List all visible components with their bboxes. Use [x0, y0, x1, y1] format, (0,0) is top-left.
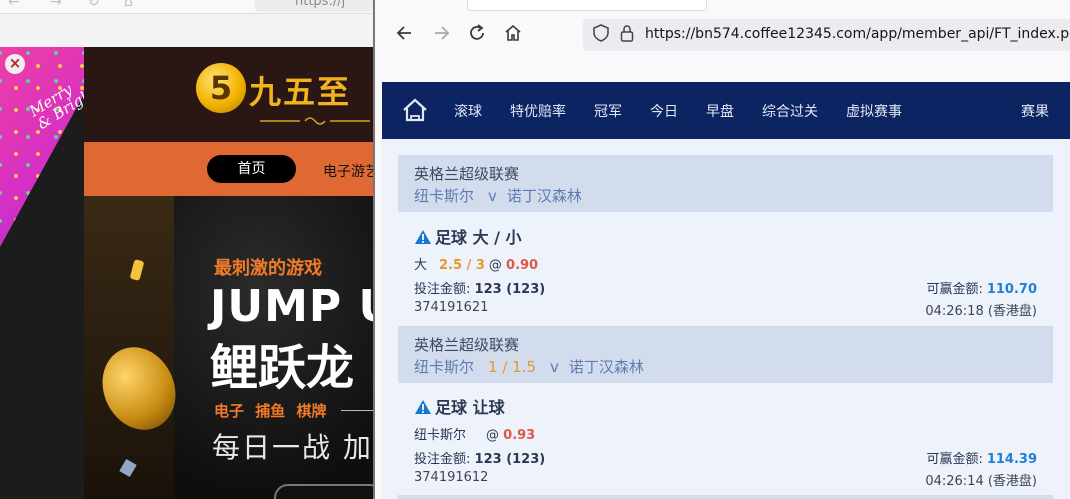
bet-type-label: 足球 大 / 小: [435, 228, 522, 247]
match-teams: 纽卡斯尔 v 诺丁汉森林: [414, 185, 582, 206]
at-sign: @: [488, 258, 502, 273]
lock-icon[interactable]: [617, 24, 637, 46]
bet-slip[interactable]: 足球 大 / 小 大 2.5 / 3 @ 0.90 投注金额: 123 (123) …: [398, 224, 1053, 324]
active-tab[interactable]: [467, 0, 707, 11]
stake-line: 投注金额: 123 (123): [414, 278, 545, 297]
selection-line: 纽卡斯尔 @ 0.93: [414, 424, 535, 443]
nav-games-link[interactable]: 电子游艺: [323, 161, 373, 181]
match-handicap: 1 / 1.5: [488, 358, 537, 376]
screen: ← → ↻ ⌂ https://j Merry & Bright × 5 九五至: [0, 0, 1070, 499]
next-league-header: [398, 495, 1053, 499]
forward-icon[interactable]: →: [50, 0, 62, 10]
nav-home-button[interactable]: 首页: [207, 155, 296, 183]
banner-cn-title: 鲤跃龙: [210, 340, 355, 396]
league-header: 英格兰超级联赛 纽卡斯尔 1 / 1.5 v 诺丁汉森林: [398, 326, 1053, 383]
selection-handicap: 2.5 / 3: [439, 258, 485, 273]
site-header: 5 九五至: [84, 47, 373, 142]
close-ad-icon[interactable]: ×: [5, 54, 25, 74]
left-toolbar: ← → ↻ ⌂ https://j: [0, 0, 373, 14]
site-nav: 首页 电子游艺: [84, 142, 373, 196]
menu-parlay[interactable]: 综合过关: [762, 101, 818, 121]
win-value: 114.39: [986, 452, 1037, 467]
bet-type-title: 足球 让球: [414, 394, 505, 418]
win-value: 110.70: [986, 282, 1037, 297]
home-icon[interactable]: ⌂: [124, 0, 133, 10]
league-name: 英格兰超级联赛: [414, 336, 520, 354]
left-browser-window: ← → ↻ ⌂ https://j Merry & Bright × 5 九五至: [0, 0, 373, 499]
league-header: 英格兰超级联赛 纽卡斯尔 v 诺丁汉森林: [398, 155, 1053, 212]
app-header: 滚球 特优赔率 冠军 今日 早盘 综合过关 虚拟赛事 赛果: [382, 82, 1070, 139]
vs-label: v: [550, 358, 559, 376]
left-url-bar[interactable]: https://j: [255, 0, 373, 12]
menu-outright[interactable]: 冠军: [594, 101, 622, 121]
odds-value: 0.90: [506, 258, 539, 273]
banner-divider: [341, 410, 373, 411]
forward-icon[interactable]: [429, 23, 453, 47]
home-icon[interactable]: [402, 98, 428, 122]
warning-icon: [415, 230, 431, 244]
odds-value: 0.93: [503, 428, 536, 443]
reload-icon[interactable]: ↻: [88, 0, 100, 10]
back-icon[interactable]: ←: [8, 0, 20, 10]
win-label: 可赢金额:: [926, 282, 983, 297]
win-line: 可赢金额: 110.70: [926, 278, 1037, 297]
ticket-id: 374191621: [414, 300, 489, 315]
bet-list: 英格兰超级联赛 纽卡斯尔 v 诺丁汉森林 足球 大 / 小 大 2.5 / 3 @ 0.…: [382, 139, 1070, 499]
match-teams: 纽卡斯尔 1 / 1.5 v 诺丁汉森林: [414, 356, 644, 377]
back-icon[interactable]: [393, 23, 417, 47]
menu-results[interactable]: 赛果: [1021, 101, 1049, 121]
stake-line: 投注金额: 123 (123): [414, 448, 545, 467]
selection: 大: [414, 258, 428, 273]
shield-icon[interactable]: [591, 24, 611, 46]
stake-value: 123 (123): [474, 452, 546, 467]
menu-today[interactable]: 今日: [650, 101, 678, 121]
right-browser-window: https://bn574.coffee12345.com/app/member…: [373, 0, 1070, 499]
away-team: 诺丁汉森林: [568, 358, 644, 376]
bet-slip[interactable]: 足球 让球 纽卡斯尔 @ 0.93 投注金额: 123 (123) 可赢金额: 11…: [398, 394, 1053, 494]
warning-icon: [415, 400, 431, 414]
selection: 纽卡斯尔: [414, 428, 467, 443]
logo-text: 九五至: [249, 73, 352, 111]
stake-value: 123 (123): [474, 282, 546, 297]
win-label: 可赢金额:: [926, 452, 983, 467]
left-url-text: https://j: [295, 0, 346, 9]
away-team: 诺丁汉森林: [506, 187, 582, 205]
home-icon[interactable]: [501, 23, 525, 47]
stake-label: 投注金额:: [414, 282, 471, 297]
logo-icon: 5: [196, 63, 246, 113]
selection-line: 大 2.5 / 3 @ 0.90: [414, 254, 538, 273]
menu-virtual[interactable]: 虚拟赛事: [846, 101, 902, 121]
ticket-id: 374191612: [414, 470, 489, 485]
bet-time: 04:26:14 (香港盘): [925, 474, 1037, 489]
win-line: 可赢金额: 114.39: [926, 448, 1037, 467]
url-text: https://bn574.coffee12345.com/app/member…: [645, 26, 1070, 42]
banner-title: JUMP UP: [210, 281, 373, 332]
logo-ornament: [260, 115, 373, 129]
banner-daily: 每日一战 加: [212, 431, 373, 464]
url-bar[interactable]: https://bn574.coffee12345.com/app/member…: [583, 19, 1070, 51]
home-team: 纽卡斯尔: [414, 187, 475, 205]
at-sign: @: [486, 428, 500, 443]
banner-subtitle: 最刺激的游戏: [214, 258, 322, 279]
bet-time: 04:26:18 (香港盘): [925, 304, 1037, 319]
banner-tags: 电子 捕鱼 棋牌: [214, 402, 327, 420]
reload-icon[interactable]: [465, 23, 489, 47]
home-team: 纽卡斯尔: [414, 358, 475, 376]
menu-live[interactable]: 滚球: [454, 101, 482, 121]
menu-early[interactable]: 早盘: [706, 101, 734, 121]
promo-banner[interactable]: 最刺激的游戏 JUMP UP 鲤跃龙 电子 捕鱼 棋牌 每日一战 加: [84, 196, 373, 499]
bet-type-label: 足球 让球: [435, 398, 505, 417]
browser-nav-bar: https://bn574.coffee12345.com/app/member…: [375, 14, 1070, 56]
casino-site: Merry & Bright × 5 九五至 首页 电子游艺 最刺激的游戏 JU…: [0, 47, 373, 499]
banner-button[interactable]: [274, 484, 373, 499]
menu-special-odds[interactable]: 特优赔率: [510, 101, 566, 121]
stake-label: 投注金额:: [414, 452, 471, 467]
league-name: 英格兰超级联赛: [414, 165, 520, 183]
bet-type-title: 足球 大 / 小: [414, 224, 522, 248]
vs-label: v: [488, 187, 497, 205]
